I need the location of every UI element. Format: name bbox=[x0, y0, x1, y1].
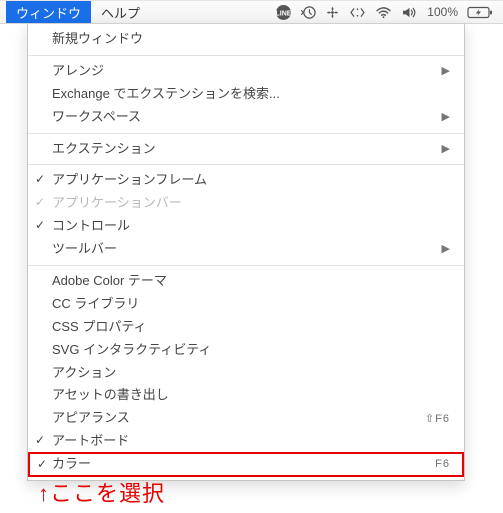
check-icon: ✓ bbox=[35, 195, 45, 211]
menu-help[interactable]: ヘルプ bbox=[91, 1, 150, 23]
check-icon: ✓ bbox=[37, 457, 47, 473]
menu-window[interactable]: ウィンドウ bbox=[6, 1, 91, 23]
menu-control-label: コントロール bbox=[52, 218, 450, 235]
menu-action[interactable]: アクション bbox=[28, 362, 464, 385]
svg-text:LINE: LINE bbox=[276, 10, 292, 17]
menu-find-extensions[interactable]: Exchange でエクステンションを検索... bbox=[28, 83, 464, 106]
menubar-right: LINE 100% bbox=[275, 4, 497, 21]
menubar: ウィンドウ ヘルプ LINE 100% bbox=[0, 0, 503, 24]
menu-workspace[interactable]: ワークスペース ▶ bbox=[28, 106, 464, 129]
menu-cc-library-label: CC ライブラリ bbox=[52, 296, 450, 313]
menu-application-frame[interactable]: ✓ アプリケーションフレーム bbox=[28, 169, 464, 192]
menu-svg-interactivity[interactable]: SVG インタラクティビティ bbox=[28, 339, 464, 362]
menu-application-frame-label: アプリケーションフレーム bbox=[52, 172, 450, 189]
battery-percent: 100% bbox=[427, 5, 458, 19]
menu-toolbar[interactable]: ツールバー ▶ bbox=[28, 238, 464, 261]
menu-adobe-color-label: Adobe Color テーマ bbox=[52, 273, 450, 290]
time-machine-icon[interactable] bbox=[301, 5, 316, 20]
menu-appearance[interactable]: アピアランス ⇧F6 bbox=[28, 407, 464, 430]
menu-css-properties[interactable]: CSS プロパティ bbox=[28, 316, 464, 339]
menu-find-extensions-label: Exchange でエクステンションを検索... bbox=[52, 86, 450, 103]
submenu-arrow-icon: ▶ bbox=[442, 110, 450, 124]
check-icon: ✓ bbox=[35, 218, 45, 234]
submenu-arrow-icon: ▶ bbox=[442, 242, 450, 256]
menu-extension-label: エクステンション bbox=[52, 141, 442, 158]
battery-icon[interactable] bbox=[467, 6, 493, 19]
menu-svg-interactivity-label: SVG インタラクティビティ bbox=[52, 342, 450, 359]
menu-toolbar-label: ツールバー bbox=[52, 241, 442, 258]
submenu-arrow-icon: ▶ bbox=[442, 64, 450, 78]
menu-application-bar-label: アプリケーションバー bbox=[52, 195, 450, 212]
separator bbox=[28, 164, 464, 165]
line-app-icon[interactable]: LINE bbox=[275, 4, 292, 21]
separator bbox=[28, 265, 464, 266]
menu-asset-export-label: アセットの書き出し bbox=[52, 387, 450, 404]
volume-icon[interactable] bbox=[401, 6, 418, 19]
annotation-text: ↑ここを選択 bbox=[38, 476, 165, 508]
menu-artboard[interactable]: ✓ アートボード bbox=[28, 430, 464, 453]
separator bbox=[28, 55, 464, 56]
menu-action-label: アクション bbox=[52, 365, 450, 382]
menu-arrange-label: アレンジ bbox=[52, 63, 442, 80]
menu-adobe-color[interactable]: Adobe Color テーマ bbox=[28, 270, 464, 293]
menu-new-window[interactable]: 新規ウィンドウ bbox=[28, 28, 464, 51]
shortcut-label: ⇧F6 bbox=[425, 412, 450, 426]
separator bbox=[28, 133, 464, 134]
submenu-arrow-icon: ▶ bbox=[442, 142, 450, 156]
window-menu-dropdown: 新規ウィンドウ アレンジ ▶ Exchange でエクステンションを検索... … bbox=[27, 24, 465, 481]
check-icon: ✓ bbox=[35, 433, 45, 449]
fan-icon[interactable] bbox=[325, 5, 340, 20]
menu-application-bar: ✓ アプリケーションバー bbox=[28, 192, 464, 215]
menu-workspace-label: ワークスペース bbox=[52, 109, 442, 126]
menu-arrange[interactable]: アレンジ ▶ bbox=[28, 60, 464, 83]
menu-css-properties-label: CSS プロパティ bbox=[52, 319, 450, 336]
menu-window-label: ウィンドウ bbox=[16, 3, 81, 22]
menu-color[interactable]: ✓ カラー F6 bbox=[28, 452, 464, 477]
code-icon[interactable] bbox=[349, 6, 366, 19]
menu-new-window-label: 新規ウィンドウ bbox=[52, 31, 450, 48]
check-icon: ✓ bbox=[35, 172, 45, 188]
menu-asset-export[interactable]: アセットの書き出し bbox=[28, 384, 464, 407]
menu-color-label: カラー bbox=[52, 456, 435, 473]
menu-control[interactable]: ✓ コントロール bbox=[28, 215, 464, 238]
menu-artboard-label: アートボード bbox=[52, 433, 450, 450]
menu-extension[interactable]: エクステンション ▶ bbox=[28, 138, 464, 161]
shortcut-label: F6 bbox=[435, 457, 450, 471]
menu-cc-library[interactable]: CC ライブラリ bbox=[28, 293, 464, 316]
menu-appearance-label: アピアランス bbox=[52, 410, 425, 427]
menu-help-label: ヘルプ bbox=[101, 3, 140, 22]
menubar-left: ウィンドウ ヘルプ bbox=[6, 1, 150, 23]
wifi-icon[interactable] bbox=[375, 6, 392, 19]
